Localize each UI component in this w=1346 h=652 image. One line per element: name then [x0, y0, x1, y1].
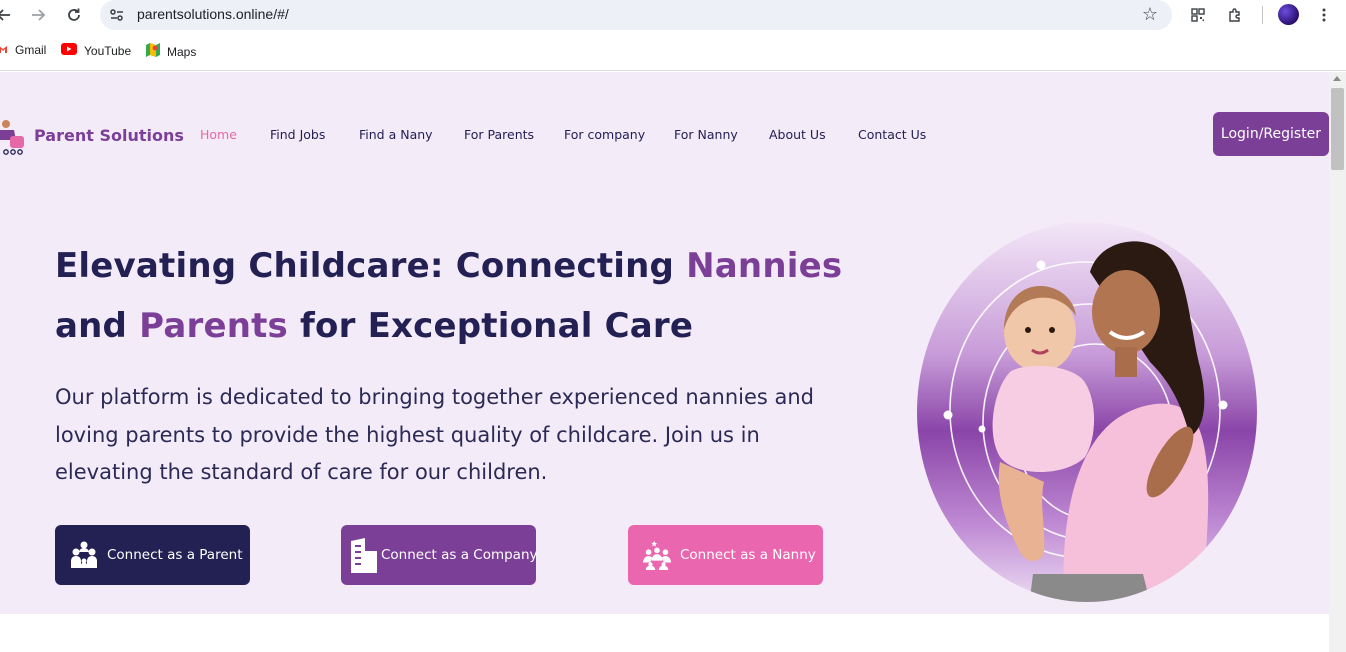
family-icon	[69, 538, 99, 572]
nav-home[interactable]: Home	[200, 127, 237, 142]
page-scrollbar[interactable]	[1329, 72, 1346, 652]
bookmark-star-icon[interactable]: ☆	[1142, 4, 1158, 25]
bookmark-maps[interactable]: Maps	[146, 43, 196, 60]
qr-code-icon[interactable]	[1186, 3, 1210, 27]
bookmark-youtube[interactable]: YouTube	[61, 43, 131, 58]
bookmark-label: YouTube	[84, 43, 132, 58]
nav-find-a-nanny[interactable]: Find a Nany	[359, 127, 433, 142]
login-register-button[interactable]: Login/Register	[1213, 112, 1329, 156]
logo-text: Parent Solutions	[34, 125, 184, 145]
group-icon	[642, 538, 672, 572]
hero-title-accent-nannies: Nannies	[686, 246, 843, 286]
youtube-icon	[61, 43, 77, 58]
profile-avatar[interactable]	[1278, 4, 1299, 25]
connect-as-company-button[interactable]: Connect as a Company	[341, 525, 538, 585]
toolbar-divider	[1262, 6, 1263, 24]
forward-icon[interactable]	[26, 3, 50, 27]
hero-title-part: and	[55, 306, 140, 346]
cta-label: Connect as a Company	[381, 547, 538, 563]
gmail-icon	[0, 43, 8, 57]
cta-label: Connect as a Nanny	[680, 547, 816, 563]
nav-about-us[interactable]: About Us	[769, 127, 826, 142]
nav-contact-us[interactable]: Contact Us	[858, 127, 926, 142]
connect-as-nanny-button[interactable]: Connect as a Nanny	[628, 525, 823, 585]
hero-description: Our platform is dedicated to bringing to…	[55, 385, 815, 484]
hero-section: Parent Solutions Home Find Jobs Find a N…	[0, 72, 1329, 614]
site-info-icon[interactable]	[109, 7, 125, 23]
reload-icon[interactable]	[62, 3, 86, 27]
bookmark-gmail[interactable]: Gmail	[0, 43, 46, 57]
nav-for-nanny[interactable]: For Nanny	[674, 127, 738, 142]
site-logo[interactable]: Parent Solutions	[0, 114, 184, 156]
browser-toolbar: parentsolutions.online/#/ ☆	[0, 0, 1346, 30]
hero-title-part: for Exceptional Care	[288, 306, 694, 346]
hero-title-part: Elevating Childcare: Connecting	[55, 246, 687, 286]
nav-for-company[interactable]: For company	[564, 127, 645, 142]
cta-label: Connect as a Parent	[107, 547, 243, 563]
bookmarks-bar: Gmail YouTube Maps	[0, 30, 1346, 71]
next-section	[0, 614, 1329, 652]
maps-icon	[146, 43, 160, 60]
url-text[interactable]: parentsolutions.online/#/	[137, 6, 289, 22]
extensions-icon[interactable]	[1223, 3, 1247, 27]
bookmark-label: Gmail	[15, 43, 47, 57]
building-icon	[349, 538, 379, 573]
connect-as-parent-button[interactable]: Connect as a Parent	[55, 525, 250, 585]
logo-mark-icon	[0, 120, 24, 155]
nav-find-jobs[interactable]: Find Jobs	[270, 127, 325, 142]
hero-title: Elevating Childcare: Connecting Nannies …	[55, 236, 855, 356]
scrollbar-thumb[interactable]	[1331, 88, 1344, 170]
scroll-up-arrow-icon[interactable]	[1333, 76, 1341, 81]
bookmark-label: Maps	[167, 44, 197, 59]
address-bar[interactable]: parentsolutions.online/#/ ☆	[100, 0, 1172, 30]
back-icon[interactable]	[0, 3, 16, 27]
nav-for-parents[interactable]: For Parents	[464, 127, 534, 142]
mother-and-baby-image	[917, 222, 1257, 602]
more-menu-icon[interactable]	[1312, 3, 1336, 27]
hero-title-accent-parents: Parents	[139, 306, 288, 346]
